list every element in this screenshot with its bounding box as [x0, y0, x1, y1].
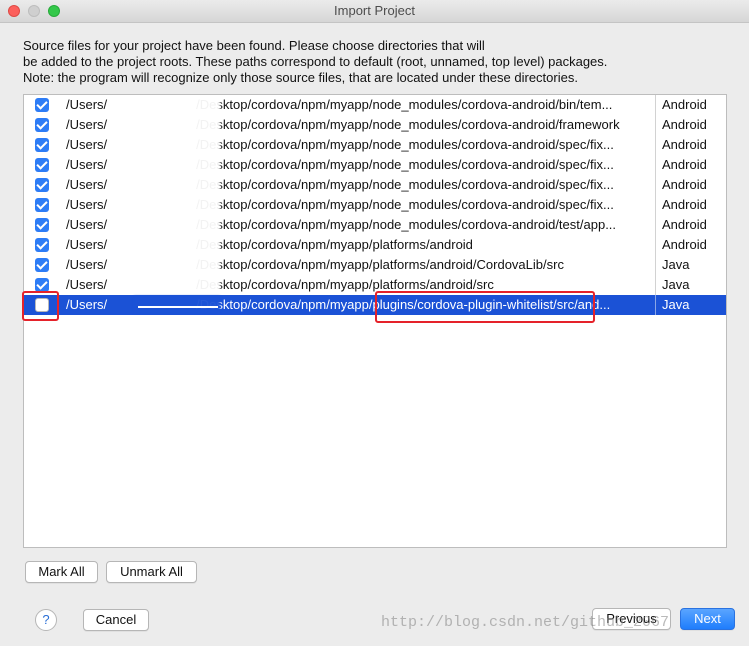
highlight-plugin-path-annotation [375, 291, 595, 323]
row-path-suffix: /Desktop/cordova/npm/myapp/node_modules/… [196, 157, 614, 172]
column-separator [655, 275, 656, 295]
highlight-checkbox-annotation [22, 291, 59, 321]
row-type: Java [662, 257, 690, 272]
redacted-username [134, 96, 220, 113]
row-type: Java [662, 297, 690, 312]
description-line-3: Note: the program will recognize only th… [23, 70, 578, 85]
table-row[interactable]: /Users/ /Desktop/cordova/npm/myapp/node_m… [24, 95, 726, 115]
table-row[interactable]: /Users/ /Desktop/cordova/npm/myapp/node_m… [24, 155, 726, 175]
checkbox-checked[interactable] [35, 138, 49, 152]
unmark-all-button[interactable]: Unmark All [106, 561, 197, 583]
checkbox-checked[interactable] [35, 118, 49, 132]
row-path-suffix: /Desktop/cordova/npm/myapp/node_modules/… [196, 197, 614, 212]
column-separator [655, 235, 656, 255]
checkbox-checked[interactable] [35, 278, 49, 292]
row-path-prefix: /Users/ [66, 277, 108, 292]
row-path-prefix: /Users/ [66, 197, 108, 212]
row-path-suffix: /Desktop/cordova/npm/myapp/node_modules/… [196, 97, 613, 112]
redacted-username [134, 136, 220, 153]
column-separator [655, 135, 656, 155]
row-path-suffix: /Desktop/cordova/npm/myapp/node_modules/… [196, 177, 614, 192]
column-separator [655, 155, 656, 175]
redacted-username [134, 236, 220, 253]
table-row[interactable]: /Users/ /Desktop/cordova/npm/myapp/platfo… [24, 235, 726, 255]
row-type: Android [662, 157, 707, 172]
column-separator [655, 95, 656, 115]
table-row[interactable]: /Users/ /Desktop/cordova/npm/myapp/node_m… [24, 115, 726, 135]
redacted-username [134, 116, 220, 133]
redacted-username [134, 256, 220, 273]
row-type: Java [662, 277, 690, 292]
row-path-prefix: /Users/ [66, 217, 108, 232]
redacted-username [134, 276, 220, 293]
row-path-suffix: /Desktop/cordova/npm/myapp/node_modules/… [196, 117, 620, 132]
row-type: Android [662, 117, 707, 132]
row-type: Android [662, 137, 707, 152]
row-path-prefix: /Users/ [66, 137, 108, 152]
window-title: Import Project [334, 3, 415, 18]
redacted-username [134, 196, 220, 213]
checkbox-checked[interactable] [35, 178, 49, 192]
mark-all-button[interactable]: Mark All [25, 561, 98, 583]
column-separator [655, 295, 656, 315]
row-type: Android [662, 177, 707, 192]
checkbox-checked[interactable] [35, 218, 49, 232]
description-line-1: Source files for your project have been … [23, 38, 485, 53]
column-separator [655, 175, 656, 195]
row-path-suffix: /Desktop/cordova/npm/myapp/node_modules/… [196, 217, 617, 232]
redacted-username [134, 216, 220, 233]
row-type: Android [662, 97, 707, 112]
redacted-username [134, 156, 220, 173]
description-text: Source files for your project have been … [23, 38, 723, 86]
help-button[interactable]: ? [35, 609, 57, 631]
column-separator [655, 195, 656, 215]
previous-button[interactable]: Previous [592, 608, 671, 630]
title-bar: Import Project [0, 0, 749, 23]
table-row[interactable]: /Users/ /Desktop/cordova/npm/myapp/node_m… [24, 135, 726, 155]
table-row[interactable]: /Users/ /Desktop/cordova/npm/myapp/node_m… [24, 195, 726, 215]
checkbox-checked[interactable] [35, 258, 49, 272]
redaction-mark [138, 306, 218, 308]
redacted-username [134, 176, 220, 193]
next-button[interactable]: Next [680, 608, 735, 630]
column-separator [655, 215, 656, 235]
row-type: Android [662, 217, 707, 232]
cancel-button[interactable]: Cancel [83, 609, 149, 631]
row-path-prefix: /Users/ [66, 157, 108, 172]
row-path-prefix: /Users/ [66, 297, 108, 312]
row-path-suffix: /Desktop/cordova/npm/myapp/node_modules/… [196, 137, 614, 152]
redacted-username [134, 296, 220, 313]
column-separator [655, 255, 656, 275]
checkbox-checked[interactable] [35, 158, 49, 172]
row-type: Android [662, 237, 707, 252]
row-path-suffix: /Desktop/cordova/npm/myapp/platforms/and… [196, 277, 494, 292]
row-path-prefix: /Users/ [66, 177, 108, 192]
row-type: Android [662, 197, 707, 212]
row-path-suffix: /Desktop/cordova/npm/myapp/platforms/and… [196, 257, 564, 272]
checkbox-checked[interactable] [35, 198, 49, 212]
row-path-prefix: /Users/ [66, 97, 108, 112]
column-separator [655, 115, 656, 135]
table-row[interactable]: /Users/ /Desktop/cordova/npm/myapp/node_m… [24, 215, 726, 235]
row-path-prefix: /Users/ [66, 257, 108, 272]
checkbox-checked[interactable] [35, 98, 49, 112]
row-path-suffix: /Desktop/cordova/npm/myapp/platforms/and… [196, 237, 473, 252]
table-row[interactable]: /Users/ /Desktop/cordova/npm/myapp/node_m… [24, 175, 726, 195]
description-line-2: be added to the project roots. These pat… [23, 54, 608, 69]
row-path-prefix: /Users/ [66, 117, 108, 132]
table-row[interactable]: /Users/ /Desktop/cordova/npm/myapp/platfo… [24, 255, 726, 275]
checkbox-checked[interactable] [35, 238, 49, 252]
row-path-prefix: /Users/ [66, 237, 108, 252]
